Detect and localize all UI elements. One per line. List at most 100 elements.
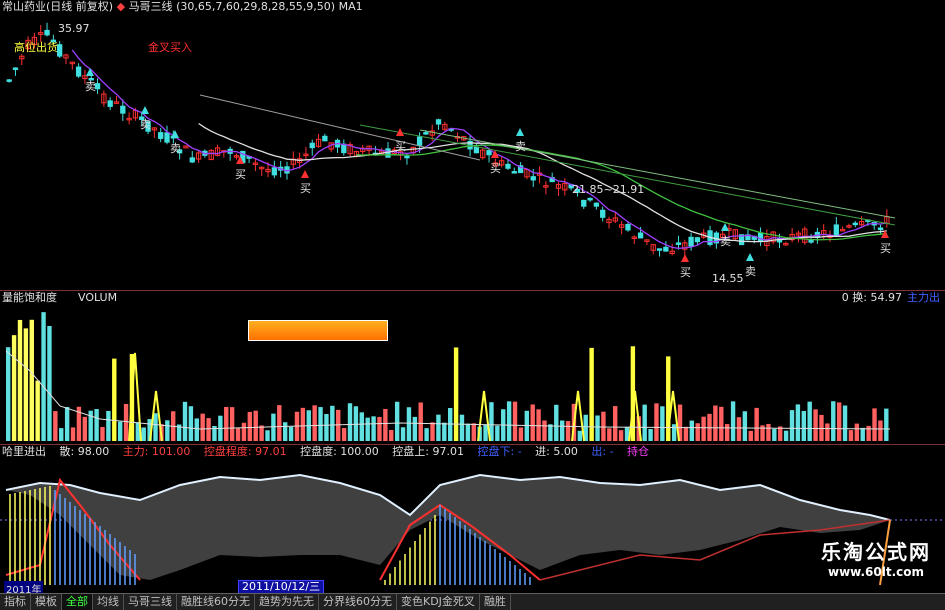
volume-bar: [836, 402, 842, 441]
control-panel[interactable]: 哈里进出 散: 98.00 主力: 101.00 控盘程度: 97.01 控盘度…: [0, 445, 945, 596]
volume-bar: [336, 409, 341, 441]
candle-body: [593, 202, 600, 207]
candle-body: [852, 222, 858, 226]
volume-bar: [854, 423, 860, 441]
volume-bar: [884, 408, 889, 441]
buy-arrow-icon: [301, 170, 309, 178]
high-price-label: 35.97: [58, 22, 90, 35]
volume-bar: [471, 423, 476, 441]
volume-bar: [394, 401, 400, 441]
volume-bar: [548, 424, 553, 441]
price-panel[interactable]: 常山药业(日线 前复权) ◆ 马哥三线 (30,65,7,60,29,8,28,…: [0, 0, 945, 290]
candle-body: [385, 148, 391, 158]
volume-bar: [224, 406, 229, 441]
candle-body: [404, 155, 410, 159]
candle-body: [587, 197, 593, 201]
volume-bar: [253, 410, 258, 441]
buy-signal-label: 买: [880, 242, 891, 255]
tab-8[interactable]: 变色KDJ金死叉: [397, 594, 480, 610]
volume-bar: [353, 406, 359, 441]
candle-body: [6, 79, 12, 82]
candle-body: [189, 157, 195, 163]
tab-1[interactable]: 模板: [31, 594, 62, 610]
volume-bar: [200, 413, 205, 441]
tab-6[interactable]: 趋势为先无: [255, 594, 319, 610]
volume-bar: [607, 428, 612, 441]
volume-bar: [312, 405, 317, 441]
volume-bar: [229, 407, 235, 441]
candle-body: [44, 29, 50, 36]
tab-3[interactable]: 均线: [93, 594, 124, 610]
sell-arrow-icon: [516, 128, 524, 136]
volume-bar: [424, 428, 429, 441]
volume-bar: [94, 409, 99, 441]
volume-bar: [730, 401, 736, 441]
sell-signal-label: 卖: [515, 140, 526, 153]
candle-body: [120, 105, 126, 114]
volume-bar: [59, 428, 64, 441]
buy-signal-label: 买: [300, 182, 311, 195]
tab-5[interactable]: 融胜线60分无: [177, 594, 255, 610]
volume-bar: [235, 428, 241, 441]
volume-panel[interactable]: 量能饱和度 VOLUM 0 换: 54.97 主力出: [0, 291, 945, 444]
volume-bar: [17, 319, 23, 441]
volume-bar: [347, 403, 353, 441]
tab-0[interactable]: 指标: [0, 594, 31, 610]
candle-body: [688, 236, 694, 247]
tab-4[interactable]: 马哥三线: [124, 594, 177, 610]
volume-bar: [194, 418, 199, 441]
volume-bar: [748, 430, 753, 441]
volume-bar: [29, 319, 34, 441]
candle-body: [581, 199, 587, 207]
control-area: [6, 475, 890, 580]
candle-body: [637, 232, 644, 239]
candle-body: [158, 132, 164, 139]
volume-bar: [6, 347, 11, 441]
volume-bar: [341, 428, 347, 441]
candle-body: [435, 119, 442, 125]
volume-bar: [536, 409, 541, 441]
volume-bar: [259, 425, 264, 441]
volume-bar: [465, 423, 471, 441]
volume-bar: [518, 427, 524, 441]
volume-bar: [872, 408, 877, 441]
volume-bar: [371, 416, 376, 441]
buy-signal-label: 买: [490, 162, 501, 175]
volume-bar: [141, 427, 146, 441]
volume-bar: [654, 403, 659, 441]
volume-bar: [318, 407, 323, 441]
volume-bar: [383, 408, 388, 441]
volume-bar: [766, 423, 771, 441]
volume-bar: [400, 427, 406, 441]
watermark-title: 乐淘公式网: [821, 540, 931, 564]
volume-bar: [613, 406, 618, 441]
volume-bar: [660, 406, 665, 441]
candle-body: [600, 209, 606, 218]
volume-bar: [182, 401, 188, 441]
sell-signal-label: 卖: [85, 80, 96, 93]
volume-bar: [206, 418, 211, 441]
top-left-label: 高位出货: [14, 40, 58, 54]
sell-signal-label: 卖: [140, 118, 151, 131]
candle-body: [164, 132, 170, 143]
volume-bar: [831, 401, 836, 441]
tab-2[interactable]: 全部: [62, 594, 93, 610]
control-chart[interactable]: [0, 445, 945, 593]
tab-9[interactable]: 融胜: [480, 594, 511, 610]
volume-chart[interactable]: [0, 291, 945, 444]
volume-bar: [554, 404, 559, 441]
volume-bar: [866, 425, 871, 441]
volume-bar: [825, 423, 830, 441]
low-price-label: 14.55: [712, 272, 744, 285]
candle-body: [808, 239, 814, 243]
volume-bar: [618, 430, 624, 441]
candlestick-chart[interactable]: 35.97 高位出货 金叉买入 21.85~21.91 14.55 卖卖卖买买买…: [0, 0, 945, 290]
volume-bar: [41, 312, 46, 441]
volume-bar: [23, 328, 29, 441]
tab-7[interactable]: 分界线60分无: [319, 594, 397, 610]
volume-bar: [35, 380, 40, 441]
ma4-line: [359, 124, 896, 226]
volume-bar: [595, 415, 600, 441]
sell-signal-label: 卖: [745, 265, 756, 278]
candle-body: [271, 167, 278, 176]
